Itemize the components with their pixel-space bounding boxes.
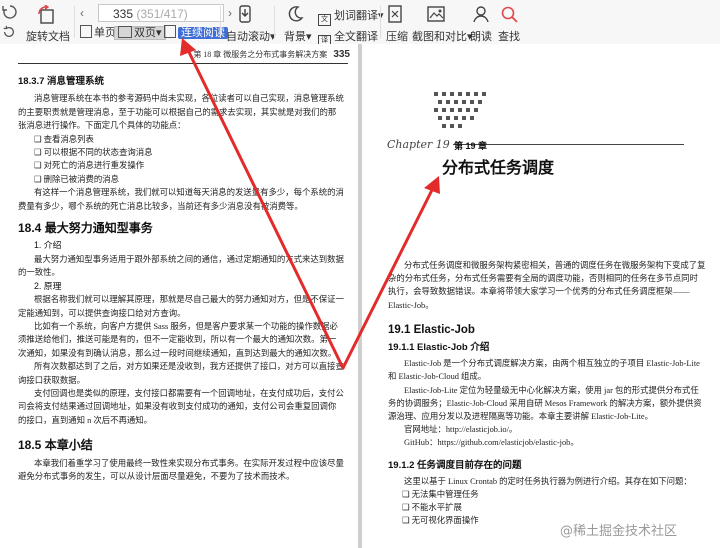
section-19-1-2-heading: 19.1.2 任务调度目前存在的问题 [388,459,522,471]
paragraph: 本章我们着重学习了使用最终一致性来实现分布式事务。在实际开发过程中应该尽量避免分… [18,458,344,481]
current-page: 335 [113,7,134,21]
left-content: 18.3.7 消息管理系统 消息管理系统在本书的参考源码中尚未实现，各位读者可以… [18,75,344,483]
auto-scroll-icon[interactable] [236,5,254,23]
background-button[interactable]: 背景▾ [284,28,312,44]
next-page-button[interactable]: › [228,6,232,20]
running-head: 第 18 章 微服务之分布式事务解决方案 335 [170,49,350,60]
left-page: 第 18 章 微服务之分布式事务解决方案 335 18.3.7 消息管理系统 消息… [0,44,358,548]
single-page-icon [80,25,92,38]
read-aloud-icon[interactable] [472,5,490,23]
single-page-label: 单页 [94,27,116,39]
running-head-text: 第 18 章 微服务之分布式事务解决方案 [193,50,328,59]
right-content: 分布式任务调度和微服务架构紧密相关，普通的调度任务在微服务架构下变成了复杂的分布… [388,259,706,528]
screenshot-icon[interactable] [426,5,446,23]
paragraph: 有这样一个消息管理系统，我们就可以知道每天消息的发送量有多少，每个系统的消费量有… [18,188,344,211]
paragraph: 支付回调也是类似的原理，支付接口都需要有一个回调地址，在支付成功后，支付公司会将… [18,388,344,425]
subheading-principle: 2. 原理 [34,280,62,291]
paragraph: 根据名称我们就可以理解其原理，那就是尽自己最大的努力通知对方，但是不保证一定能通… [18,295,344,318]
rotate-document-button[interactable]: 旋转文档 [26,28,70,44]
list-item: ❑ 不能水平扩展 [402,503,462,513]
paragraph: Elastic-Job 是一个分布式调度解决方案，由两个相互独立的子项目 Ela… [388,359,700,382]
paragraph: Elastic-Job-Lite 定位为轻量级无中心化解决方案，使用 jar 包… [388,385,702,422]
section-18-4-heading: 18.4 最大努力通知型事务 [18,221,153,236]
double-page-label: 双页 [134,27,156,39]
official-site-line: 官网地址：http://elasticjob.io/。 [404,425,518,435]
background-caret: ▾ [306,31,312,43]
undo-icon[interactable] [2,4,18,20]
header-rule [18,63,348,64]
single-page-button[interactable]: 单页 [80,25,116,41]
double-page-caret: ▾ [156,27,162,39]
prev-page-button[interactable]: ‹ [80,6,84,20]
list-item: ❑ 可以根据不同的状态查询消息 [34,148,153,158]
auto-scroll-label: 自动滚动 [226,31,270,43]
paragraph: 比如有一个系统，向客户方提供 Sass 服务，但是客户要求某一个功能的操作数据必… [18,321,338,358]
chapter-title: 分布式任务调度 [442,160,555,177]
rotate-document-icon[interactable] [36,4,56,25]
search-icon[interactable] [500,5,518,23]
github-line: GitHub：https://github.com/elasticjob/ela… [404,438,579,448]
list-item: ❑ 无法集中管理任务 [402,490,479,500]
search-button[interactable]: 查找 [498,28,520,44]
continuous-read-icon [164,25,176,38]
background-label: 背景 [284,31,306,43]
auto-scroll-button[interactable]: 自动滚动▾ [226,28,276,44]
list-item: ❑ 查看消息列表 [34,134,94,144]
rotate-small-icon[interactable] [2,25,16,39]
right-page: Chapter 19 第 19 章 分布式任务调度 分布式任务调度和微服务架构紧… [362,44,720,548]
word-translate-label: 划词翻译 [334,10,378,22]
paragraph: 最大努力通知型事务适用于跟外部系统之间的通信，通过定期通知的方式来达到数据的一致… [18,254,344,278]
section-19-1-1-heading: 19.1.1 Elastic-Job 介绍 [388,342,490,354]
page-number: 335 [333,49,350,60]
continuous-read-button[interactable]: 连续阅读 [164,25,228,41]
screenshot-compare-button[interactable]: 截图和对比▾ [412,28,473,44]
section-18-3-7-heading: 18.3.7 消息管理系统 [18,76,105,87]
paragraph: 所有次数都达到了之后，对方如果还是没收到，我方还提供了接口，对方可以直接查询接口… [18,362,344,385]
chapter-dot-pattern [434,92,486,128]
word-translate-icon: 文 [318,14,331,26]
list-item: ❑ 对死亡的消息进行重发操作 [34,161,145,171]
moon-icon[interactable] [286,5,304,23]
read-aloud-button[interactable]: 朗读 [470,28,492,44]
double-page-button[interactable]: 双页▾ [114,25,166,41]
chapter-label: 第 19 章 [454,141,488,151]
watermark: @稀土掘金技术社区 [560,524,678,539]
screenshot-compare-label: 截图和对比 [412,31,467,43]
word-translate-button[interactable]: 文划词翻译▾ [318,7,384,26]
section-18-5-heading: 18.5 本章小结 [18,438,93,453]
full-translate-label: 全文翻译 [334,31,378,43]
reader-toolbar: 旋转文档 ‹ 335 (351/417) › 单页 双页▾ 连续阅读 自动滚动▾… [0,0,720,47]
compress-button[interactable]: 压缩 [386,28,408,44]
chapter-cursive: Chapter 19 [384,138,453,151]
page-number-input[interactable]: 335 (351/417) [98,4,224,22]
paragraph: 消息管理系统在本书的参考源码中尚未实现，各位读者可以自己实现，消息管理系统的主要… [18,94,344,131]
page-position: (351/417) [136,7,188,21]
section-19-1-heading: 19.1 Elastic-Job [388,323,475,336]
list-item: ❑ 删除已被消费的消息 [34,174,119,184]
subheading-intro: 1. 介绍 [34,240,62,251]
paragraph: 这里以基于 Linux Crontab 的定时任务执行器为例进行介绍。其存在如下… [404,476,692,486]
compress-icon[interactable] [386,5,404,23]
paragraph: 分布式任务调度和微服务架构紧密相关，普通的调度任务在微服务架构下变成了复杂的分布… [388,261,706,310]
double-page-icon [118,26,132,38]
